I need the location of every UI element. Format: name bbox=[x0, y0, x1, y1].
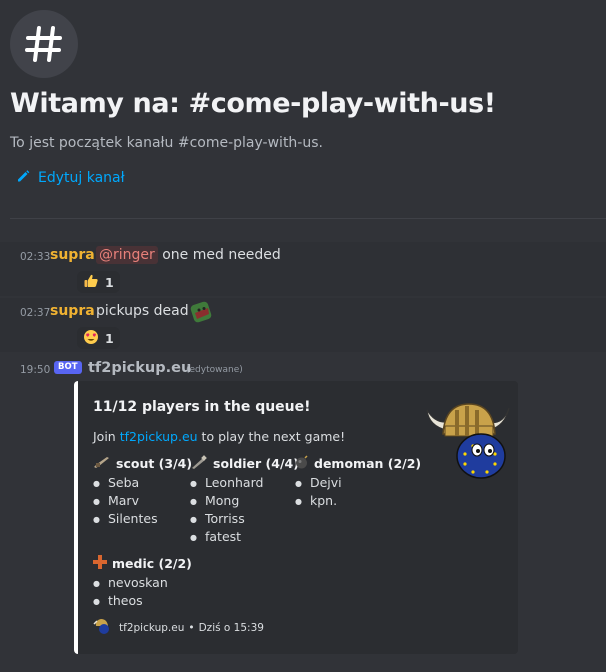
embed-title: 11/12 players in the queue! bbox=[93, 399, 311, 415]
player-name: Silentes bbox=[93, 510, 158, 528]
message-content: pickups dead bbox=[96, 303, 189, 319]
channel-welcome-subtitle: To jest początek kanału #come-play-with-… bbox=[10, 135, 323, 151]
footer-timestamp: Dziś o 15:39 bbox=[198, 621, 264, 634]
player-name: Mong bbox=[190, 492, 263, 510]
bomb-icon bbox=[295, 455, 309, 472]
field-header-scout: scout (3/4) bbox=[93, 455, 192, 472]
player-list-scout: Seba Marv Silentes bbox=[93, 474, 158, 528]
embed-desc-suffix: to play the next game! bbox=[201, 429, 346, 444]
scattergun-icon bbox=[93, 455, 111, 472]
field-title: soldier (4/4) bbox=[213, 456, 299, 471]
user-mention[interactable]: @ringer bbox=[96, 246, 158, 264]
message-author[interactable]: supra bbox=[50, 247, 95, 263]
field-header-medic: medic (2/2) bbox=[93, 555, 192, 572]
message-timestamp: 02:33 bbox=[20, 251, 51, 263]
field-header-demoman: demoman (2/2) bbox=[295, 455, 421, 472]
reaction-count: 1 bbox=[105, 330, 114, 346]
bot-badge: BOT bbox=[54, 361, 82, 374]
message-timestamp: 02:37 bbox=[20, 307, 51, 319]
edited-label: (edytowane) bbox=[186, 365, 243, 375]
player-name: Seba bbox=[93, 474, 158, 492]
field-title: demoman (2/2) bbox=[314, 456, 422, 471]
embed-link[interactable]: tf2pickup.eu bbox=[120, 429, 198, 444]
divider bbox=[10, 218, 606, 219]
footer-logo-icon bbox=[93, 618, 111, 637]
message-text: pickups dead bbox=[96, 303, 189, 319]
message-text: one med needed bbox=[162, 247, 281, 263]
message-author[interactable]: supra bbox=[50, 303, 95, 319]
reaction-button[interactable]: 1 bbox=[77, 327, 120, 349]
player-name: theos bbox=[93, 592, 168, 610]
player-name: Leonhard bbox=[190, 474, 263, 492]
pencil-icon bbox=[16, 169, 30, 187]
zombie-emoji-icon bbox=[189, 300, 213, 328]
player-name: kpn. bbox=[295, 492, 342, 510]
medic-cross-icon bbox=[93, 555, 107, 572]
edit-channel-label: Edytuj kanał bbox=[38, 170, 125, 186]
message-content: @ringer one med needed bbox=[96, 246, 281, 264]
player-name: fatest bbox=[190, 528, 263, 546]
thumbs-up-icon bbox=[83, 273, 99, 292]
tf2pickup-logo-icon bbox=[426, 403, 510, 479]
message-timestamp: 19:50 bbox=[20, 364, 51, 376]
reaction-button[interactable]: 1 bbox=[77, 271, 120, 293]
field-header-soldier: soldier (4/4) bbox=[190, 455, 299, 472]
player-name: Dejvi bbox=[295, 474, 342, 492]
footer-text: tf2pickup.eu bbox=[119, 621, 185, 634]
rocket-launcher-icon bbox=[190, 455, 208, 472]
message-author[interactable]: tf2pickup.eu bbox=[88, 360, 191, 376]
reaction-count: 1 bbox=[105, 274, 114, 290]
channel-welcome-title: Witamy na: #come-play-with-us! bbox=[10, 88, 496, 119]
hash-icon bbox=[10, 10, 78, 78]
player-name: Torriss bbox=[190, 510, 263, 528]
embed-desc-prefix: Join bbox=[93, 429, 116, 444]
field-title: scout (3/4) bbox=[116, 456, 193, 471]
player-list-medic: nevoskan theos bbox=[93, 574, 168, 610]
player-list-soldier: Leonhard Mong Torriss fatest bbox=[190, 474, 263, 546]
queue-embed: 11/12 players in the queue! Join tf2pick… bbox=[74, 381, 518, 654]
heart-eyes-icon bbox=[83, 329, 99, 348]
edit-channel-button[interactable]: Edytuj kanał bbox=[16, 169, 125, 187]
field-title: medic (2/2) bbox=[112, 556, 192, 571]
player-list-demoman: Dejvi kpn. bbox=[295, 474, 342, 510]
embed-description: Join tf2pickup.eu to play the next game! bbox=[93, 429, 345, 444]
player-name: Marv bbox=[93, 492, 158, 510]
embed-footer: tf2pickup.eu • Dziś o 15:39 bbox=[93, 618, 264, 637]
footer-separator: • bbox=[188, 621, 195, 634]
player-name: nevoskan bbox=[93, 574, 168, 592]
